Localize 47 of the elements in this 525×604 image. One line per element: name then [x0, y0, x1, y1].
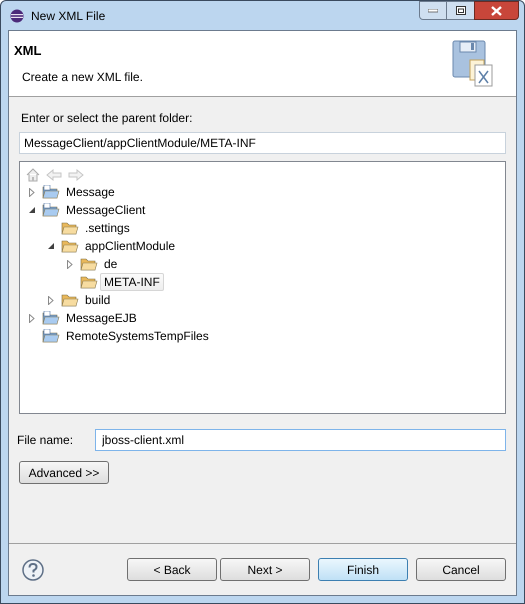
- minimize-button[interactable]: [419, 1, 447, 20]
- tree-item[interactable]: .settings: [81, 220, 134, 236]
- header-title: XML: [14, 42, 42, 60]
- tree-item[interactable]: MessageClient: [62, 202, 150, 218]
- header-description: Create a new XML file.: [22, 68, 143, 86]
- project-folder-icon: [42, 185, 60, 199]
- window-title: New XML File: [31, 8, 106, 24]
- folder-icon: [80, 275, 98, 289]
- tree-item[interactable]: META-INF: [100, 273, 164, 291]
- dialog-button[interactable]: Next >: [220, 558, 310, 581]
- parent-folder-label: Enter or select the parent folder:: [21, 110, 194, 127]
- file-name-field[interactable]: jboss-client.xml: [95, 429, 506, 451]
- folder-icon: [61, 221, 79, 235]
- advanced-button[interactable]: Advanced >>: [19, 461, 109, 484]
- home-icon[interactable]: [26, 168, 40, 182]
- folder-icon: [61, 239, 79, 253]
- maximize-button[interactable]: [447, 1, 474, 20]
- project-folder-icon: [42, 329, 60, 343]
- dialog-button[interactable]: < Back: [127, 558, 217, 581]
- collapsed-arrow-icon[interactable]: [66, 260, 74, 268]
- tree-item[interactable]: MessageEJB: [62, 310, 141, 326]
- folder-icon: [80, 257, 98, 271]
- collapsed-arrow-icon[interactable]: [28, 188, 36, 196]
- tree-item[interactable]: appClientModule: [81, 238, 180, 254]
- dialog-button[interactable]: Cancel: [416, 558, 506, 581]
- tree-item[interactable]: de: [100, 256, 122, 272]
- expanded-arrow-icon[interactable]: [47, 242, 55, 250]
- project-folder-icon: [42, 203, 60, 217]
- close-icon: [491, 6, 502, 16]
- collapsed-arrow-icon[interactable]: [28, 314, 36, 322]
- dialog-button[interactable]: Finish: [318, 558, 408, 581]
- forward-arrow-icon[interactable]: [68, 168, 84, 180]
- folder-icon: [61, 293, 79, 307]
- minimize-icon: [428, 8, 438, 12]
- tree-item[interactable]: build: [81, 292, 114, 308]
- expanded-arrow-icon[interactable]: [28, 206, 36, 214]
- help-icon[interactable]: [22, 558, 44, 580]
- eclipse-icon: [10, 8, 24, 22]
- file-name-label: File name:: [17, 432, 74, 449]
- maximize-icon: [456, 6, 466, 15]
- close-button[interactable]: [474, 1, 519, 20]
- back-arrow-icon[interactable]: [46, 168, 62, 180]
- tree-item[interactable]: RemoteSystemsTempFiles: [62, 328, 213, 344]
- project-folder-icon: [42, 311, 60, 325]
- parent-folder-field[interactable]: MessageClient/appClientModule/META-INF: [19, 132, 506, 154]
- collapsed-arrow-icon[interactable]: [47, 296, 55, 304]
- tree-item[interactable]: Message: [62, 184, 119, 200]
